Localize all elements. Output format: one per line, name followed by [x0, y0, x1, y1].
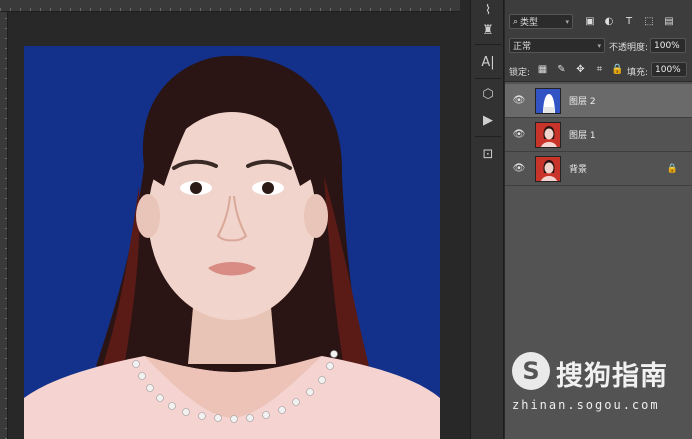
- lock-label: 锁定:: [509, 68, 531, 78]
- layer-row-layer-1[interactable]: 👁 图层 1: [505, 118, 692, 152]
- fill-field[interactable]: 100%: [651, 62, 687, 77]
- text-filter-icon[interactable]: T: [622, 14, 636, 28]
- stamp-icon[interactable]: ♜: [478, 20, 498, 40]
- sogou-logo: S: [512, 352, 550, 390]
- lasso-icon[interactable]: ⌇: [478, 0, 498, 20]
- search-icon: ⌕: [513, 16, 519, 27]
- adjustment-filter-icon[interactable]: ◐: [602, 14, 616, 28]
- 3d-icon[interactable]: ⬡: [478, 84, 498, 104]
- sogou-watermark: S 搜狗指南 zhinan.sogou.com: [512, 348, 682, 428]
- layer-thumbnail: [535, 155, 561, 182]
- crop-icon[interactable]: ⊡: [478, 144, 498, 164]
- watermark-url: zhinan.sogou.com: [512, 398, 660, 412]
- layer-thumbnail: [535, 121, 561, 148]
- chevron-down-icon: ▾: [565, 17, 569, 26]
- eye-icon[interactable]: 👁: [505, 129, 533, 140]
- layer-name: 图层 2: [569, 97, 596, 107]
- toolbar-divider: [475, 136, 501, 137]
- layer-thumbnail: [535, 87, 561, 114]
- eye-icon[interactable]: 👁: [505, 163, 533, 174]
- blend-mode-value: 正常: [513, 42, 532, 52]
- lock-artboard-icon[interactable]: ⌗: [593, 63, 606, 76]
- eye-icon[interactable]: 👁: [505, 95, 533, 106]
- lock-pixels-icon[interactable]: ✎: [555, 63, 568, 76]
- shape-filter-icon[interactable]: ⬚: [642, 14, 656, 28]
- layer-name: 图层 1: [569, 131, 596, 141]
- layer-filter-select[interactable]: ⌕ 类型 ▾: [509, 14, 573, 29]
- blend-mode-select[interactable]: 正常 ▾: [509, 38, 605, 53]
- vertical-ruler[interactable]: [0, 12, 8, 439]
- filter-label: 类型: [520, 18, 539, 28]
- watermark-name: 搜狗指南: [556, 361, 668, 392]
- play-icon[interactable]: ▶: [478, 110, 498, 130]
- layer-name: 背景: [569, 165, 588, 175]
- layer-row-background[interactable]: 👁 背景 🔒: [505, 152, 692, 186]
- opacity-field[interactable]: 100%: [650, 38, 686, 53]
- horizontal-ruler[interactable]: [0, 0, 460, 12]
- tools-panel: ⌇ ♜ A| ⬡ ▶ ⊡: [470, 0, 504, 439]
- layers-panel-header: ⌕ 类型 ▾ ▣ ◐ T ⬚ ▤ 正常 ▾ 不透明度: 100% 锁定: ▦ ✎…: [505, 0, 692, 82]
- image-filter-icon[interactable]: ▣: [583, 14, 597, 28]
- portrait-photo[interactable]: [24, 46, 440, 439]
- toolbar-divider: [475, 44, 501, 45]
- document-canvas-area[interactable]: [0, 0, 460, 439]
- chevron-down-icon: ▾: [597, 41, 601, 50]
- toolbar-divider: [475, 78, 501, 79]
- lock-icon: 🔒: [666, 163, 678, 174]
- smart-object-filter-icon[interactable]: ▤: [662, 14, 676, 28]
- lock-position-icon[interactable]: ✥: [574, 63, 587, 76]
- lock-transparency-icon[interactable]: ▦: [536, 63, 549, 76]
- lock-all-icon[interactable]: 🔒: [611, 63, 624, 76]
- portrait-image: [24, 46, 440, 439]
- layer-row-layer-2[interactable]: 👁 图层 2: [505, 84, 692, 118]
- opacity-label: 不透明度:: [609, 43, 649, 53]
- fill-label: 填充:: [627, 68, 649, 78]
- type-icon[interactable]: A|: [478, 52, 498, 72]
